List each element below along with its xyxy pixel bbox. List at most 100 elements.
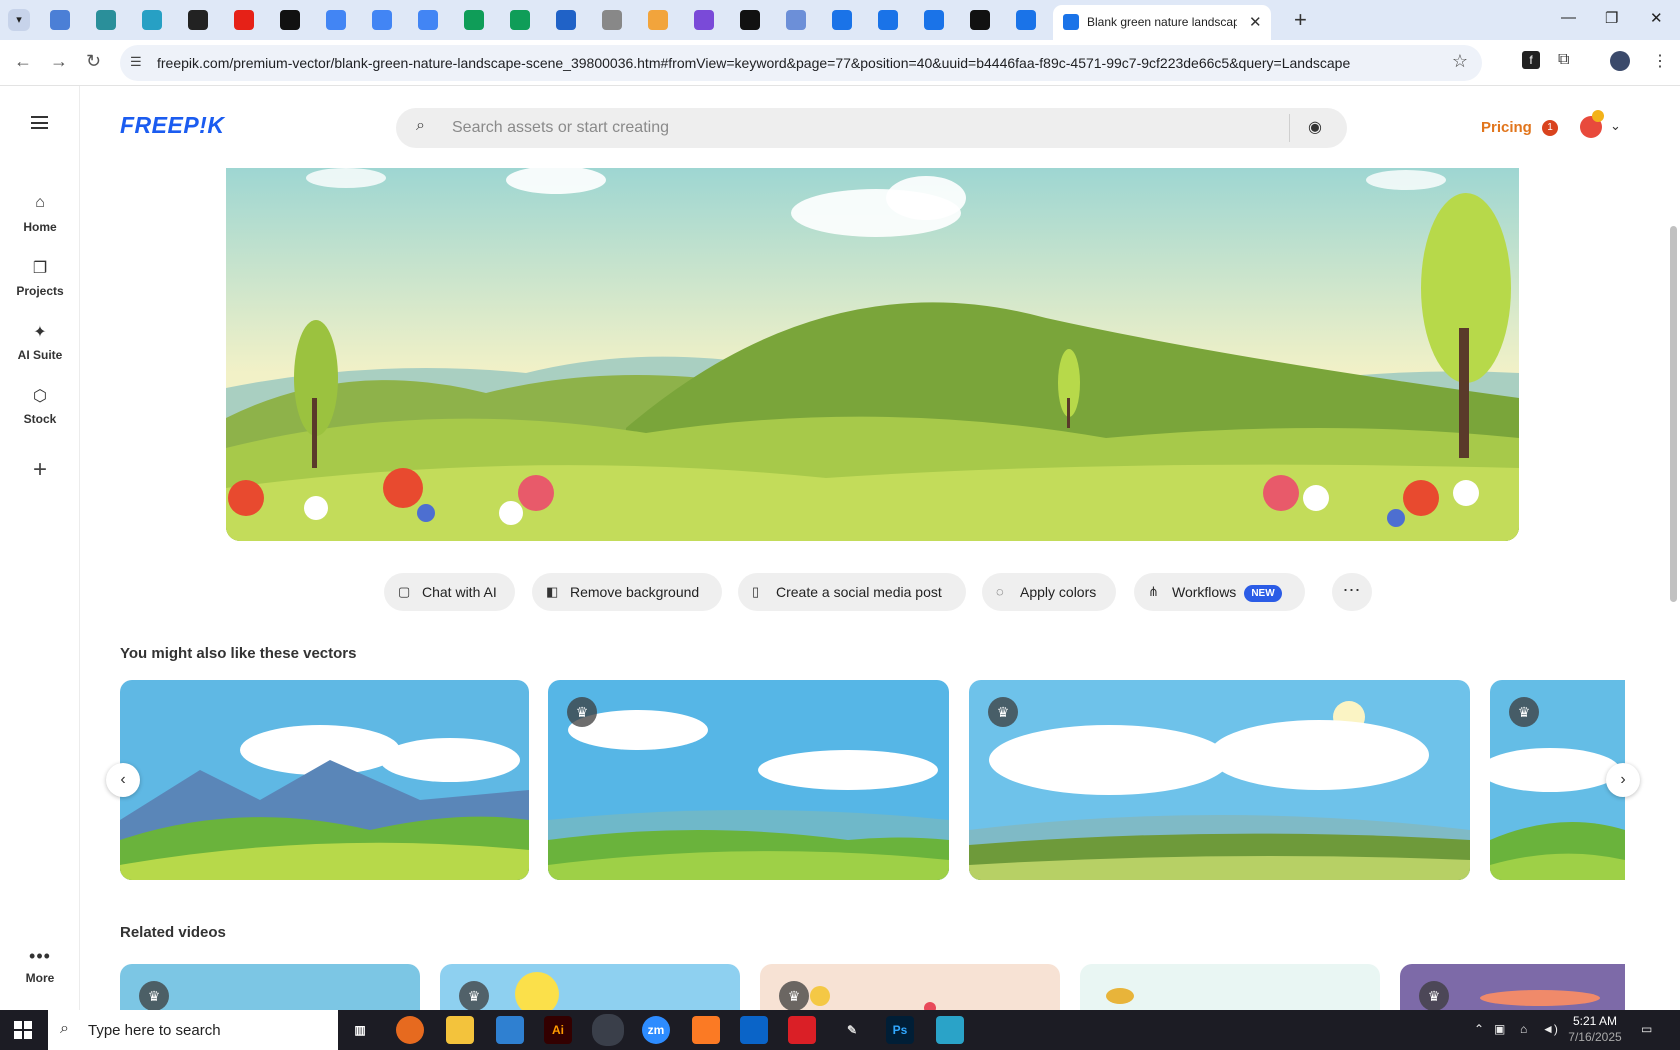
tray-chevron-icon[interactable]: ⌃	[1474, 1022, 1484, 1036]
extension-icon[interactable]: f	[1522, 51, 1540, 69]
tab-favicon[interactable]	[142, 10, 162, 30]
sidebar-item-label: More	[25, 971, 55, 985]
stock-icon: ⬡	[33, 388, 47, 405]
firefox-icon[interactable]	[396, 1016, 424, 1044]
vector-card[interactable]: ♛	[548, 680, 949, 880]
new-tab-button[interactable]: +	[1294, 7, 1307, 33]
zoom-icon[interactable]: zm	[642, 1016, 670, 1044]
outlook-icon[interactable]	[740, 1016, 768, 1044]
sidebar-item-ai-suite[interactable]: ✦ AI Suite	[0, 322, 80, 362]
bookmark-star-icon[interactable]: ☆	[1452, 51, 1468, 72]
vector-card[interactable]	[120, 680, 529, 880]
video-card[interactable]: ♛	[1400, 964, 1625, 1010]
page-scrollbar[interactable]	[1668, 86, 1680, 1010]
video-card[interactable]: ♛	[120, 964, 420, 1010]
address-bar[interactable]: ☰ freepik.com/premium-vector/blank-green…	[120, 45, 1482, 81]
tab-search-button[interactable]: ▾	[8, 9, 30, 31]
video-card[interactable]: ♛	[760, 964, 1060, 1010]
back-button[interactable]: ←	[14, 51, 32, 72]
tab-favicon[interactable]	[326, 10, 346, 30]
workflows-icon: ⋔	[1148, 584, 1159, 599]
network-icon[interactable]: ⌂	[1520, 1022, 1527, 1036]
tab-favicon[interactable]	[50, 10, 70, 30]
chrome-icon[interactable]	[592, 1014, 624, 1046]
tab-favicon[interactable]	[464, 10, 484, 30]
volume-icon[interactable]: ◄)	[1542, 1022, 1558, 1036]
pen-tool-icon[interactable]: ✎	[838, 1016, 866, 1044]
site-header: FREEP!K ⌕ ◉ Pricing 1 ⌄	[80, 86, 1668, 168]
notifications-icon[interactable]: ▭	[1641, 1022, 1652, 1036]
sidebar-item-stock[interactable]: ⬡ Stock	[0, 386, 80, 426]
apply-colors-button[interactable]: ◌ Apply colors	[982, 573, 1116, 611]
vector-thumbnail	[548, 680, 949, 880]
chat-icon: ▢	[398, 584, 411, 599]
xampp-icon[interactable]	[692, 1016, 720, 1044]
tab-favicon[interactable]	[280, 10, 300, 30]
taskbar-search-box[interactable]: ⌕ Type here to search	[48, 1010, 338, 1050]
tab-favicon[interactable]	[188, 10, 208, 30]
tab-favicon[interactable]	[970, 10, 990, 30]
close-tab-icon[interactable]: ✕	[1249, 13, 1262, 31]
create-social-post-button[interactable]: ▯ Create a social media post	[738, 573, 966, 611]
carousel-next-arrow[interactable]: ›	[1606, 763, 1640, 797]
more-actions-button[interactable]: ⋯	[1332, 573, 1372, 611]
tab-favicon[interactable]	[372, 10, 392, 30]
windows-start-icon[interactable]	[14, 1021, 32, 1039]
tab-favicon[interactable]	[96, 10, 116, 30]
clock[interactable]: 5:21 AM 7/16/2025	[1560, 1013, 1630, 1045]
scrollbar-thumb[interactable]	[1670, 226, 1677, 602]
tab-favicon[interactable]	[556, 10, 576, 30]
tab-favicon[interactable]	[786, 10, 806, 30]
search-input[interactable]	[452, 117, 1252, 139]
pricing-link[interactable]: Pricing	[1481, 119, 1532, 136]
restore-button[interactable]: ❐	[1605, 9, 1618, 27]
vector-card[interactable]: ♛	[969, 680, 1470, 880]
reload-button[interactable]: ↻	[86, 51, 101, 72]
camera-search-icon[interactable]: ◉	[1308, 117, 1322, 137]
tab-favicon[interactable]	[418, 10, 438, 30]
extensions-puzzle-icon[interactable]: ⧉	[1558, 51, 1569, 69]
freepik-logo[interactable]: FREEP!K	[120, 112, 224, 139]
site-info-icon[interactable]: ☰	[130, 54, 142, 70]
tab-favicon[interactable]	[510, 10, 530, 30]
profile-avatar[interactable]	[1610, 51, 1630, 71]
add-button[interactable]: +	[19, 450, 61, 492]
file-explorer-icon[interactable]	[446, 1016, 474, 1044]
video-card[interactable]	[1080, 964, 1380, 1010]
close-window-button[interactable]: ✕	[1650, 9, 1663, 27]
sidebar-item-more[interactable]: ••• More	[0, 946, 80, 985]
tab-favicon[interactable]	[878, 10, 898, 30]
photoshop-icon[interactable]: Ps	[886, 1016, 914, 1044]
creative-cloud-icon[interactable]	[788, 1016, 816, 1044]
task-view-icon[interactable]: ▥	[346, 1016, 374, 1044]
sidebar-item-projects[interactable]: ❐ Projects	[0, 258, 80, 298]
tab-favicon[interactable]	[694, 10, 714, 30]
menu-hamburger-icon[interactable]	[31, 116, 48, 129]
more-dots-icon: •••	[29, 946, 51, 966]
tab-favicon[interactable]	[1016, 10, 1036, 30]
tab-favicon[interactable]	[740, 10, 760, 30]
tab-favicon[interactable]	[648, 10, 668, 30]
tab-favicon[interactable]	[832, 10, 852, 30]
vector-card[interactable]: ♛	[1490, 680, 1625, 880]
browser-menu-icon[interactable]: ⋮	[1652, 51, 1668, 71]
tray-icon[interactable]: ▣	[1494, 1022, 1505, 1036]
vscode-icon[interactable]	[496, 1016, 524, 1044]
video-card[interactable]: ♛	[440, 964, 740, 1010]
tab-favicon[interactable]	[924, 10, 944, 30]
create-social-post-label: Create a social media post	[776, 584, 942, 600]
app-icon[interactable]	[936, 1016, 964, 1044]
chat-with-ai-button[interactable]: ▢ Chat with AI	[384, 573, 515, 611]
chevron-down-icon[interactable]: ⌄	[1610, 118, 1621, 134]
illustrator-icon[interactable]: Ai	[544, 1016, 572, 1044]
forward-button[interactable]: →	[50, 51, 68, 72]
remove-background-button[interactable]: ◧ Remove background	[532, 573, 722, 611]
active-tab[interactable]: Blank green nature landscape s ✕	[1053, 5, 1271, 40]
tab-favicon[interactable]	[234, 10, 254, 30]
minimize-button[interactable]: —	[1561, 9, 1576, 26]
tab-favicon[interactable]	[602, 10, 622, 30]
carousel-prev-arrow[interactable]: ‹	[106, 763, 140, 797]
sidebar-item-home[interactable]: ⌂ Home	[0, 194, 80, 234]
notification-badge[interactable]: 1	[1542, 120, 1558, 136]
workflows-button[interactable]: ⋔ Workflows NEW	[1134, 573, 1305, 611]
